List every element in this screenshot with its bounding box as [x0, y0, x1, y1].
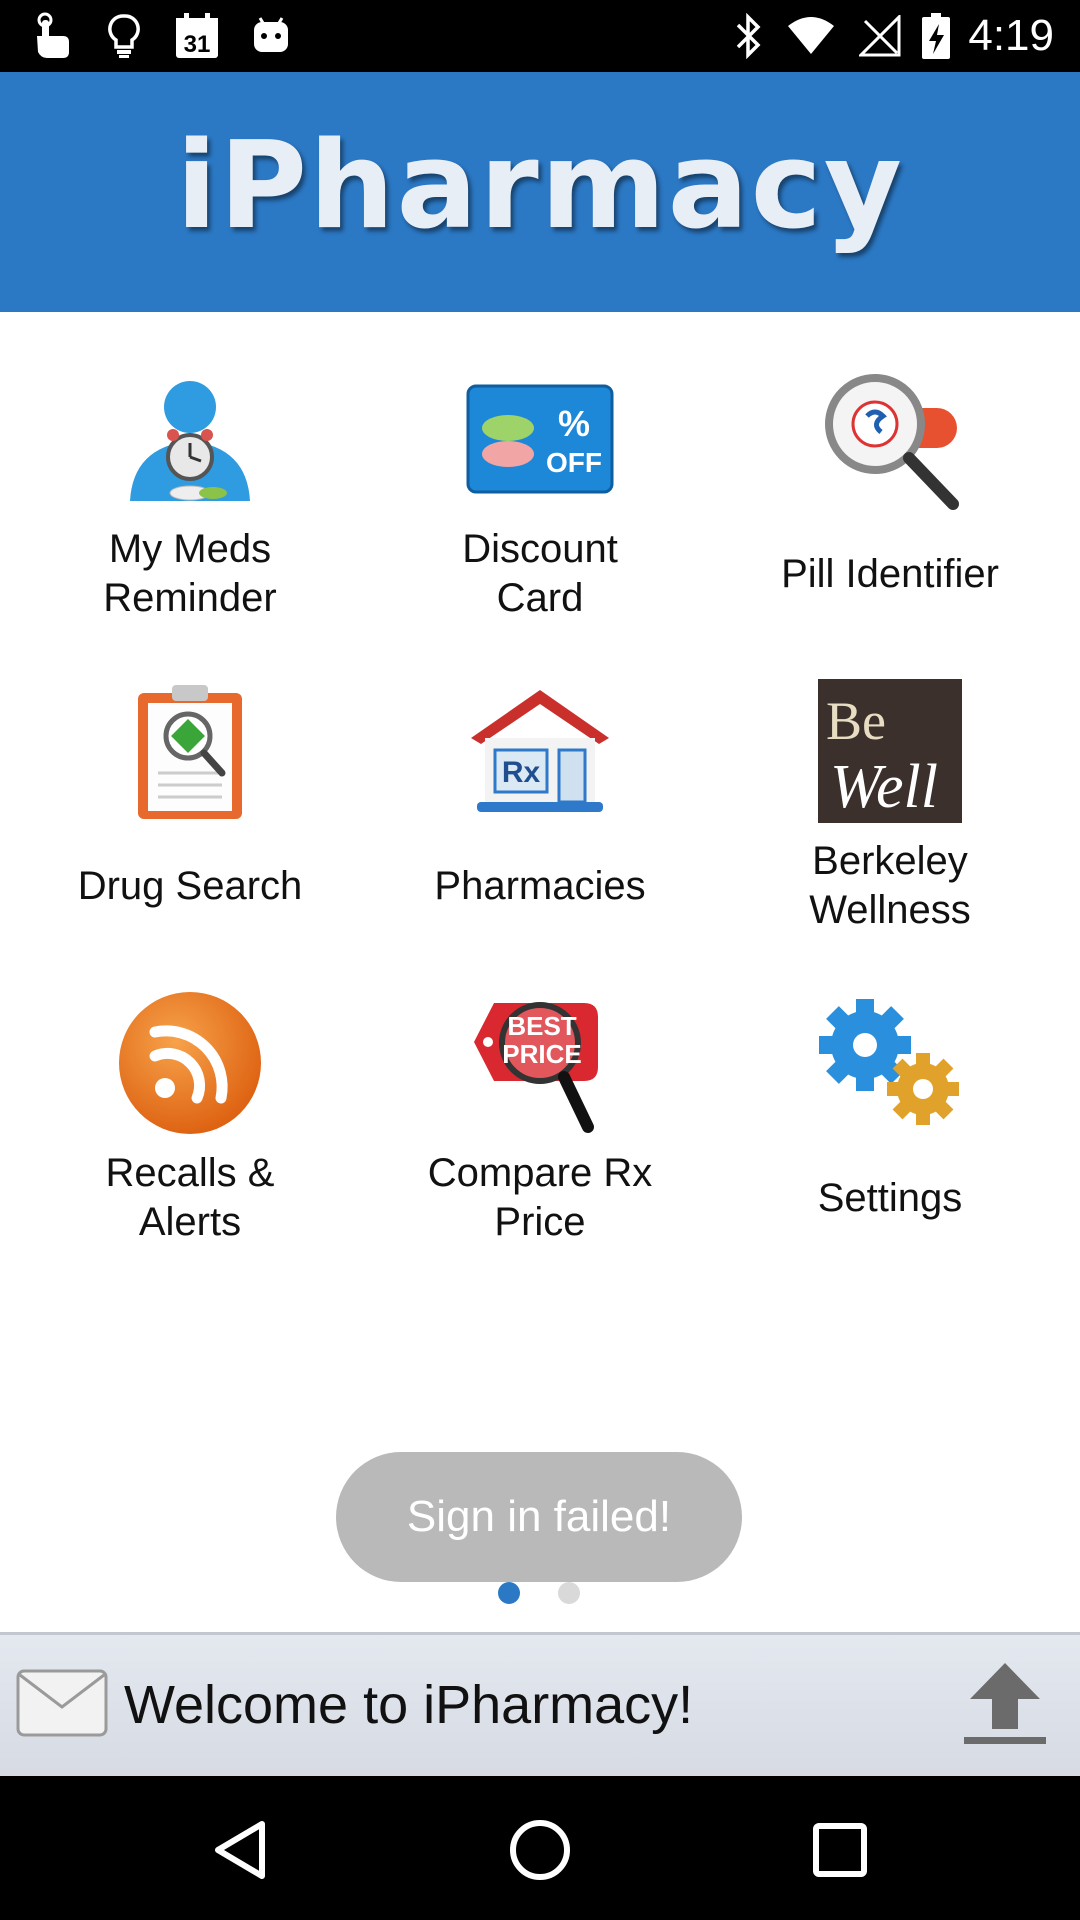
lightbulb-icon — [104, 10, 144, 62]
tile-label: Discount Card — [462, 527, 618, 620]
tile-pill-identifier[interactable]: Pill Identifier — [720, 312, 1060, 624]
tile-label: Compare Rx Price — [427, 1151, 653, 1244]
recents-icon[interactable] — [800, 1810, 880, 1890]
tile-drug-search[interactable]: Drug Search — [20, 624, 360, 936]
navigation-bar — [0, 1776, 1080, 1920]
tile-label: Pharmacies — [434, 863, 646, 908]
bewell-line1: Be — [826, 691, 886, 751]
rss-icon — [115, 988, 265, 1138]
tile-label: Settings — [817, 1175, 963, 1220]
back-icon[interactable] — [200, 1810, 280, 1890]
tile-label: Recalls & Alerts — [105, 1151, 275, 1244]
calendar-icon: 31 — [172, 10, 222, 62]
tile-label: Pill Identifier — [781, 551, 999, 596]
tile-label: Berkeley Wellness — [809, 839, 971, 932]
app-title: iPharmacy — [175, 116, 905, 256]
status-time: 4:19 — [968, 11, 1054, 60]
discount-off: OFF — [546, 447, 602, 478]
tile-recalls-alerts[interactable]: Recalls & Alerts — [20, 936, 360, 1248]
bluetooth-icon — [730, 10, 768, 62]
gears-icon — [815, 988, 965, 1138]
tile-pharmacies[interactable]: Rx Pharmacies — [370, 624, 710, 936]
tile-berkeley-wellness[interactable]: Be Well Berkeley Wellness — [720, 624, 1060, 936]
page-dot-inactive[interactable] — [558, 1582, 580, 1604]
pharmacy-icon: Rx — [465, 676, 615, 826]
tile-label: Drug Search — [77, 863, 303, 908]
best-price-icon: BEST PRICE — [465, 988, 615, 1138]
tile-discount-card[interactable]: % OFF Discount Card — [370, 312, 710, 624]
upload-icon[interactable] — [960, 1659, 1050, 1749]
battery-charging-icon — [918, 10, 954, 62]
drug-search-icon — [115, 676, 265, 826]
no-signal-icon — [858, 10, 902, 62]
page-dot-active[interactable] — [498, 1582, 520, 1604]
message-bar[interactable]: Welcome to iPharmacy! — [0, 1632, 1080, 1776]
wifi-icon — [784, 10, 838, 62]
meds-reminder-icon — [115, 364, 265, 514]
bewell-line2: Well — [830, 753, 938, 821]
welcome-message: Welcome to iPharmacy! — [124, 1675, 694, 1735]
calendar-day: 31 — [184, 31, 211, 58]
discount-card-icon: % OFF — [465, 364, 615, 514]
pill-identifier-icon — [815, 364, 965, 514]
sign-in-failed-toast: Sign in failed! — [336, 1452, 742, 1582]
app-header: iPharmacy — [0, 72, 1080, 312]
touch-icon — [26, 10, 76, 62]
berkeley-wellness-icon: Be Well — [815, 676, 965, 826]
status-bar: 31 4:19 — [0, 0, 1080, 72]
rx-sign: Rx — [502, 756, 541, 789]
discount-percent: % — [558, 403, 590, 444]
tile-label: My Meds Reminder — [103, 527, 277, 620]
tile-my-meds-reminder[interactable]: My Meds Reminder — [20, 312, 360, 624]
mail-icon[interactable] — [16, 1669, 108, 1737]
tile-settings[interactable]: Settings — [720, 936, 1060, 1248]
home-icon[interactable] — [500, 1810, 580, 1890]
tile-compare-rx-price[interactable]: BEST PRICE Compare Rx Price — [370, 936, 710, 1248]
best-text: BEST — [507, 1011, 576, 1041]
android-icon — [250, 10, 292, 62]
page-indicator — [0, 1582, 1080, 1606]
price-text: PRICE — [502, 1039, 581, 1069]
